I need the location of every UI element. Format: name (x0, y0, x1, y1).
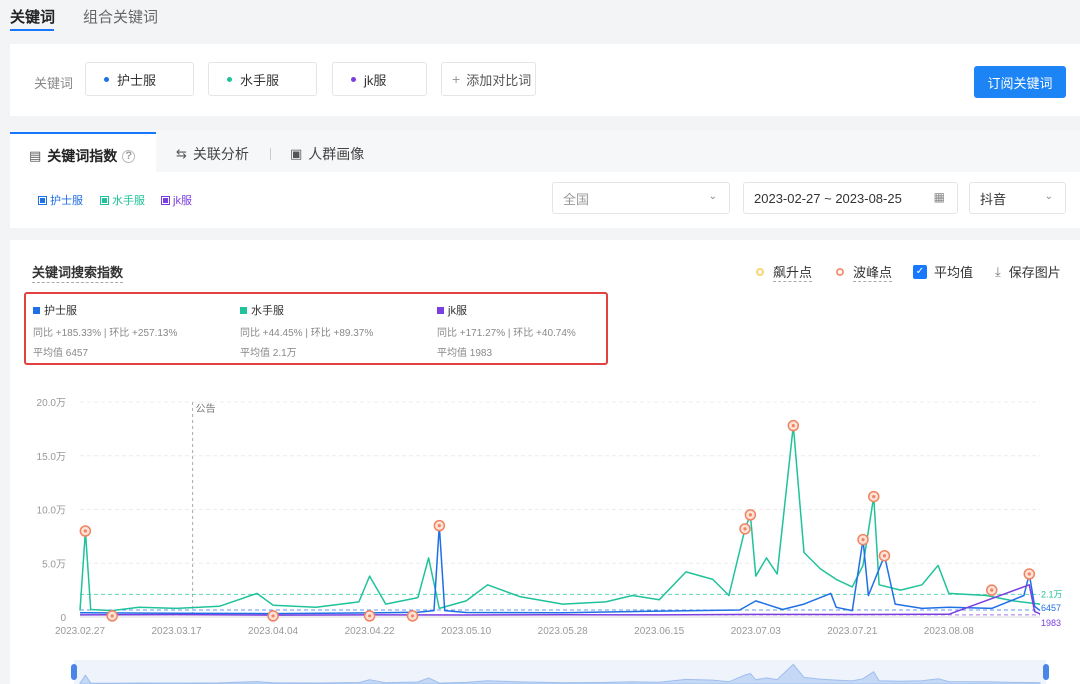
keyword-chip-label: jk服 (364, 72, 387, 88)
x-tick-label: 2023.04.22 (345, 626, 395, 637)
peak-marker-center (990, 588, 994, 592)
tab-label: 关联分析 (192, 146, 249, 162)
range-slider-track (74, 660, 1046, 684)
y-tick-label: 10.0万 (37, 506, 66, 517)
square-icon (161, 195, 170, 205)
peak-marker-center (882, 554, 887, 558)
platform-value: 抖音 (980, 191, 1007, 207)
tab-label: 人群画像 (308, 146, 365, 162)
annotation-label: 公告 (196, 402, 216, 415)
help-icon[interactable]: ? (122, 149, 136, 163)
add-compare-button[interactable]: + 添加对比词 (441, 62, 536, 96)
plus-icon: + (452, 71, 461, 87)
peak-marker-center (410, 614, 415, 618)
x-tick-label: 2023.08.08 (924, 626, 974, 637)
dot-icon (351, 76, 356, 82)
legend-toggle-nurse[interactable]: 护士服 (38, 192, 83, 208)
region-value: 全国 (563, 191, 590, 207)
peak-marker-center (1027, 572, 1031, 576)
analysis-panel: ▤ 关键词指数 ? ⇆ 关联分析 ▣ 人群画像 护士服 水手服 jk服 全国 ⌄… (10, 130, 1080, 228)
search-index-chart: 0 5.0万 10.0万 15.0万 20.0万 2023.02.27 2023.03.17… (37, 398, 1063, 684)
series-line (79, 524, 1041, 615)
tab-keyword[interactable]: 关键词 (10, 6, 55, 27)
peak-marker-center (791, 424, 795, 428)
x-tick-label: 2023.06.15 (634, 626, 684, 637)
average-value-label: 6457 (1041, 603, 1061, 613)
square-icon (100, 195, 109, 205)
peak-marker-center (368, 614, 372, 618)
region-select[interactable]: 全国 ⌄ (552, 182, 730, 214)
tab-strip (10, 130, 1080, 172)
x-tick-label: 2023.04.04 (248, 626, 298, 637)
swap-icon: ⇆ (176, 146, 187, 161)
range-handle-right (1043, 664, 1049, 680)
tab-audience-portrait[interactable]: ▣ 人群画像 (290, 144, 364, 164)
keyword-label: 关键词 (34, 76, 74, 91)
legend-label: 护士服 (50, 195, 83, 207)
keyword-chip-sailor[interactable]: 水手服 (208, 62, 317, 96)
active-tab-indicator (10, 29, 54, 31)
legend-toggle-jk[interactable]: jk服 (161, 192, 192, 208)
portrait-icon: ▣ (290, 146, 303, 161)
calendar-icon: ▦ (933, 190, 945, 204)
peak-marker-center (743, 527, 747, 531)
y-tick-label: 5.0万 (42, 559, 66, 570)
tab-related-analysis[interactable]: ⇆ 关联分析 (176, 144, 249, 164)
legend-label: jk服 (173, 195, 192, 207)
x-tick-label: 2023.03.17 (152, 626, 202, 637)
peak-marker-center (110, 614, 114, 618)
tab-keyword-index-content: ▤ 关键词指数 ? (29, 146, 136, 166)
date-range-picker[interactable]: 2023-02-27 ~ 2023-08-25 ▦ (743, 182, 958, 214)
platform-select[interactable]: 抖音 ⌄ (969, 182, 1066, 214)
add-compare-label: 添加对比词 (466, 72, 532, 88)
x-tick-label: 2023.07.21 (827, 626, 877, 637)
x-tick-label: 2023.05.10 (441, 626, 491, 637)
peak-marker-center (83, 529, 87, 533)
chart-icon: ▤ (29, 148, 42, 163)
peak-marker-center (437, 524, 441, 528)
x-tick-label: 2023.07.03 (731, 626, 781, 637)
tab-combined-keyword[interactable]: 组合关键词 (83, 6, 158, 27)
subscribe-button[interactable]: 订阅关键词 (974, 66, 1066, 98)
tab-label: 关键词指数 (47, 148, 118, 164)
average-value-label: 2.1万 (1041, 589, 1063, 599)
peak-marker-center (748, 513, 752, 517)
peak-marker-center (872, 495, 876, 499)
y-tick-label: 15.0万 (37, 452, 66, 463)
keyword-panel: 关键词 护士服 水手服 jk服 + 添加对比词 订阅关键词 (10, 44, 1080, 116)
range-handle-left (71, 664, 77, 680)
chevron-down-icon: ⌄ (708, 191, 717, 202)
legend-label: 水手服 (112, 195, 145, 207)
x-tick-label: 2023.02.27 (55, 626, 105, 637)
peak-marker-center (861, 538, 865, 542)
tab-keyword-index[interactable]: ▤ 关键词指数 ? (10, 132, 156, 172)
average-value-label: 1983 (1041, 618, 1061, 628)
tab-divider (270, 148, 271, 160)
square-icon (38, 195, 47, 205)
x-tick-label: 2023.05.28 (538, 626, 588, 637)
dot-icon (104, 76, 109, 82)
keyword-chip-nurse[interactable]: 护士服 (85, 62, 194, 96)
chevron-down-icon: ⌄ (1044, 191, 1053, 202)
keyword-chip-label: 水手服 (240, 72, 280, 88)
legend-toggle-sailor[interactable]: 水手服 (100, 192, 145, 208)
series-line (79, 424, 1041, 612)
keyword-chip-label: 护士服 (117, 72, 157, 88)
y-tick-label: 0 (60, 613, 66, 624)
y-tick-label: 20.0万 (37, 398, 66, 409)
keyword-chip-jk[interactable]: jk服 (332, 62, 427, 96)
dot-icon (227, 76, 232, 82)
date-range-value: 2023-02-27 ~ 2023-08-25 (754, 190, 902, 206)
peak-marker-center (271, 614, 275, 618)
